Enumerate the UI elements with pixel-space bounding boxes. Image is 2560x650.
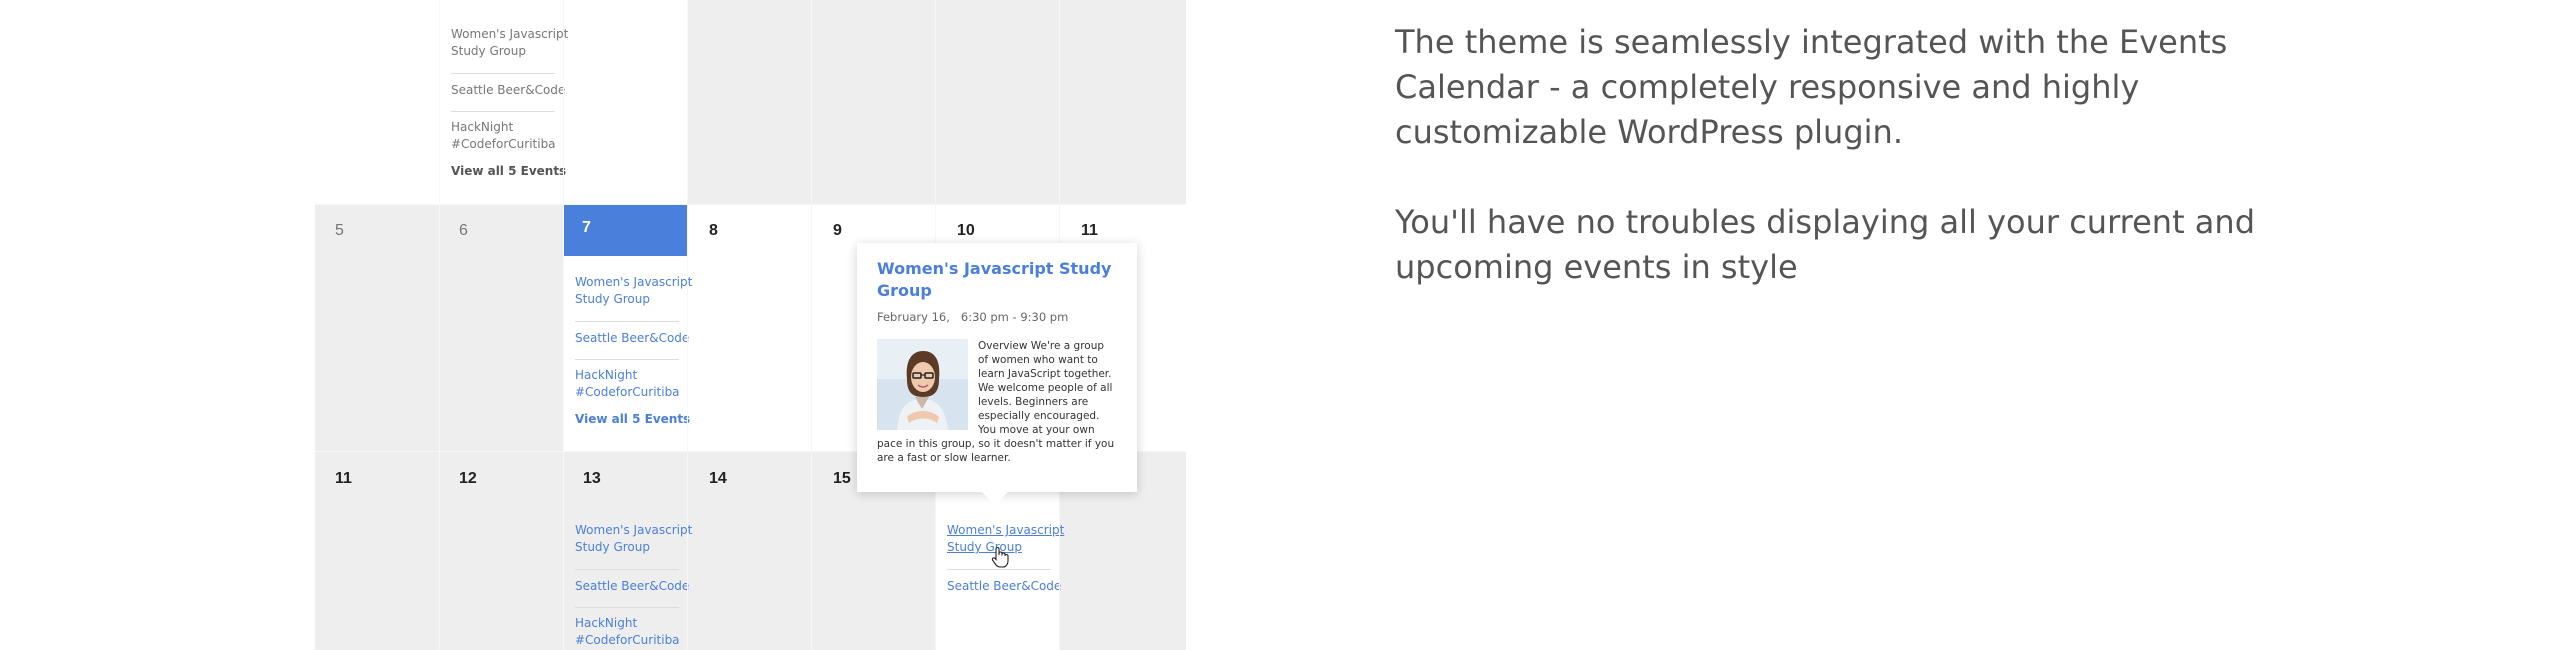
day-number: 6 <box>459 222 468 239</box>
day-number: 14 <box>709 470 727 487</box>
tooltip-body: Overview We're a group of women who want… <box>877 339 1117 465</box>
day-number: 15 <box>833 470 851 487</box>
tooltip-title[interactable]: Women's Javascript Study Group <box>877 258 1117 302</box>
view-all-events-link[interactable]: View all 5 Events <box>451 164 566 178</box>
event-link[interactable]: Seattle Beer&Code <box>575 330 693 347</box>
grid-line <box>563 0 564 650</box>
tooltip-arrow <box>982 492 1008 505</box>
feature-paragraph: You'll have no troubles displaying all y… <box>1395 203 2255 286</box>
event-link[interactable]: HackNight #CodeforCuritiba <box>451 119 569 153</box>
event-link[interactable]: Seattle Beer&Code <box>575 578 693 595</box>
event-separator <box>451 111 555 112</box>
tooltip-time: 6:30 pm - 9:30 pm <box>960 310 1069 324</box>
day-number: 8 <box>709 222 718 239</box>
feature-description: The theme is seamlessly integrated with … <box>1395 20 2275 290</box>
grid-line <box>687 0 688 650</box>
calendar-cell <box>315 0 439 204</box>
event-link[interactable]: Women's Javascript Study Group <box>451 26 569 60</box>
calendar-cell <box>687 0 811 204</box>
day-number: 11 <box>1081 222 1098 239</box>
day-number: 5 <box>335 222 344 239</box>
grid-line <box>315 204 1186 205</box>
calendar-cell <box>439 205 563 451</box>
event-photo <box>877 339 968 430</box>
calendar-cell <box>687 205 811 451</box>
event-separator <box>575 607 679 608</box>
day-number: 9 <box>833 222 842 239</box>
today-day-header: 7 <box>563 205 687 256</box>
feature-paragraph: The theme is seamlessly integrated with … <box>1395 23 2228 151</box>
calendar-cell <box>315 205 439 451</box>
calendar-cell <box>563 0 687 204</box>
event-separator <box>575 321 679 322</box>
event-separator <box>575 359 679 360</box>
hand-pointer-icon <box>991 546 1009 568</box>
event-link[interactable]: HackNight #CodeforCuritiba <box>575 367 693 401</box>
event-link[interactable]: Women's Javascript Study Group <box>575 274 693 308</box>
day-number: 13 <box>583 470 601 487</box>
event-separator <box>947 569 1051 570</box>
event-link[interactable]: HackNight #CodeforCuritiba <box>575 615 693 649</box>
calendar-cell <box>1059 0 1186 204</box>
day-number: 10 <box>957 222 975 239</box>
day-number: 11 <box>335 470 352 487</box>
event-separator <box>451 73 555 74</box>
event-link[interactable]: Seattle Beer&Code <box>947 578 1065 595</box>
calendar-cell <box>811 0 935 204</box>
grid-line <box>811 0 812 650</box>
event-link[interactable]: Seattle Beer&Code <box>451 82 569 99</box>
event-link[interactable]: Women's Javascript Study Group <box>575 522 693 556</box>
grid-line <box>439 0 440 650</box>
calendar-cell <box>315 452 439 650</box>
tooltip-date: February 16, <box>877 310 950 324</box>
calendar-cell <box>687 452 811 650</box>
view-all-events-link[interactable]: View all 5 Events <box>575 412 690 426</box>
event-separator <box>575 569 679 570</box>
calendar-cell <box>935 0 1059 204</box>
event-tooltip: Women's Javascript Study Group February … <box>857 243 1137 505</box>
day-number: 12 <box>459 470 477 487</box>
calendar-cell <box>439 452 563 650</box>
tooltip-datetime: February 16, 6:30 pm - 9:30 pm <box>877 310 1117 324</box>
